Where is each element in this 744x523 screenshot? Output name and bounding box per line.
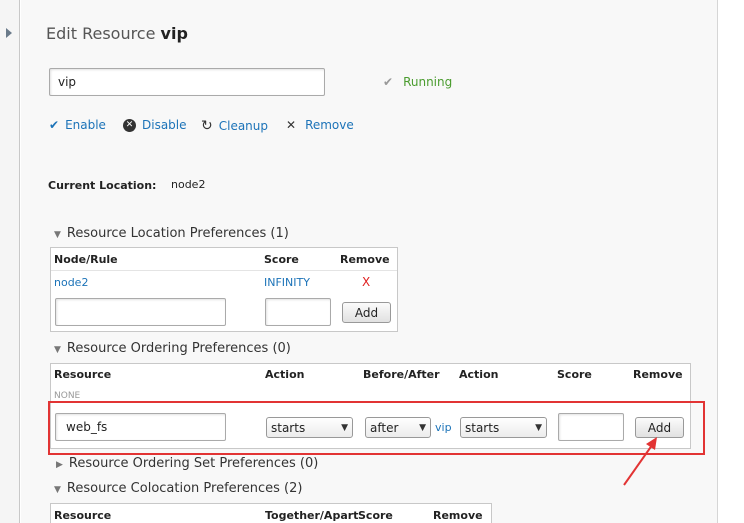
col-remove: Remove xyxy=(433,509,483,522)
col-before-after: Before/After xyxy=(363,368,440,381)
refresh-icon: ↻ xyxy=(201,118,213,134)
ordering-action2-select[interactable]: starts ▼ xyxy=(460,417,547,438)
ordering-set-prefs-heading: Resource Ordering Set Preferences (0) xyxy=(68,456,319,471)
location-score-input[interactable] xyxy=(265,298,331,326)
chevron-down-icon: ▼ xyxy=(419,422,426,433)
title-prefix: Edit Resource xyxy=(46,24,156,43)
col-together-apart: Together/Apart xyxy=(265,509,359,522)
resource-name-input[interactable]: vip xyxy=(49,68,325,96)
current-location-label: Current Location: xyxy=(48,179,157,192)
chevron-down-icon: ▼ xyxy=(341,422,348,433)
ordering-prefs-heading: Resource Ordering Preferences (0) xyxy=(66,341,291,356)
enable-action[interactable]: ✔ Enable xyxy=(49,118,106,132)
location-prefs-heading: Resource Location Preferences (1) xyxy=(66,226,289,241)
collapse-triangle-icon: ▼ xyxy=(54,230,61,240)
col-score: Score xyxy=(557,368,592,381)
col-remove: Remove xyxy=(340,253,390,266)
current-location-value: node2 xyxy=(171,178,206,191)
expand-arrow-icon[interactable] xyxy=(6,28,12,38)
chevron-down-icon: ▼ xyxy=(535,422,542,433)
col-node-rule: Node/Rule xyxy=(54,253,118,266)
resource-status: ✔ Running xyxy=(383,75,452,89)
collapse-triangle-icon: ▼ xyxy=(54,345,61,355)
remove-action[interactable]: ✕ Remove xyxy=(286,118,354,132)
col-action: Action xyxy=(265,368,305,381)
remove-location-button[interactable]: X xyxy=(362,275,370,289)
title-resource-name: vip xyxy=(160,24,188,43)
col-resource: Resource xyxy=(54,509,112,522)
collapse-triangle-icon: ▼ xyxy=(54,485,61,495)
ordering-prefs-toggle[interactable]: ▼ Resource Ordering Preferences (0) xyxy=(54,341,291,356)
colocation-prefs-heading: Resource Colocation Preferences (2) xyxy=(66,481,303,496)
page-title: Edit Resource vip xyxy=(46,24,188,43)
cleanup-action[interactable]: ↻ Cleanup xyxy=(201,118,268,134)
col-score: Score xyxy=(264,253,299,266)
check-icon: ✔ xyxy=(49,118,60,132)
ordering-action2-value: starts xyxy=(465,420,500,435)
cleanup-label: Cleanup xyxy=(218,119,269,133)
status-text: Running xyxy=(403,75,453,89)
col-score: Score xyxy=(358,509,393,522)
ordering-action-select[interactable]: starts ▼ xyxy=(266,417,353,438)
disable-label: Disable xyxy=(142,118,187,132)
add-location-button[interactable]: Add xyxy=(342,302,391,323)
col-remove: Remove xyxy=(633,368,683,381)
enable-label: Enable xyxy=(65,118,106,132)
ordering-empty-text: NONE xyxy=(54,391,81,401)
ordering-set-prefs-toggle[interactable]: ▶ Resource Ordering Set Preferences (0) xyxy=(56,456,318,471)
disable-icon: ✕ xyxy=(123,118,136,132)
location-node-input[interactable] xyxy=(55,298,226,326)
annotation-arrow-icon xyxy=(623,437,657,486)
check-icon: ✔ xyxy=(383,75,394,89)
before-after-select[interactable]: after ▼ xyxy=(365,417,431,438)
ordering-action-value: starts xyxy=(271,420,306,435)
col-action-2: Action xyxy=(459,368,499,381)
left-collapse-bar[interactable] xyxy=(0,0,20,523)
disable-action[interactable]: ✕ Disable xyxy=(123,118,187,132)
close-icon: ✕ xyxy=(286,118,297,132)
location-score: INFINITY xyxy=(264,276,310,289)
ordering-target-link[interactable]: vip xyxy=(435,421,452,434)
ordering-resource-input[interactable]: web_fs xyxy=(55,413,226,441)
expand-triangle-icon: ▶ xyxy=(56,460,63,470)
col-resource: Resource xyxy=(54,368,112,381)
remove-label: Remove xyxy=(305,118,354,132)
location-prefs-toggle[interactable]: ▼ Resource Location Preferences (1) xyxy=(54,226,289,241)
before-after-value: after xyxy=(370,420,399,435)
colocation-prefs-toggle[interactable]: ▼ Resource Colocation Preferences (2) xyxy=(54,481,302,496)
divider xyxy=(51,270,397,271)
location-node-link[interactable]: node2 xyxy=(54,276,88,289)
